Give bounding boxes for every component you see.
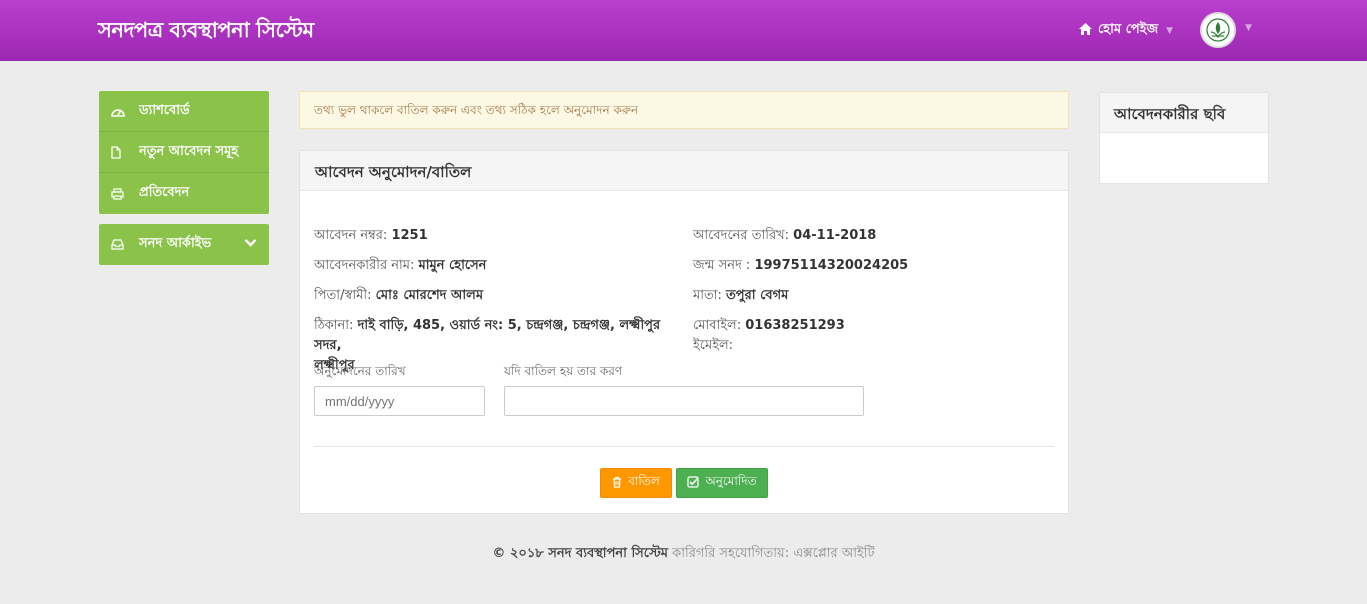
approve-date-input[interactable]: [314, 386, 485, 416]
mother-name: মাতা: তপুরা বেগম: [693, 286, 788, 306]
sidebar-item-new-applications[interactable]: নতুন আবেদন সমূহ: [99, 132, 269, 173]
birth-certificate: জন্ম সনদ : 19975114320024205: [693, 256, 908, 276]
sidebar-item-label: সনদ আর্কাইভ: [139, 236, 212, 251]
sidebar-menu: ড্যাশবোর্ড নতুন আবেদন সমূহ প্রতিবেদন: [99, 91, 269, 214]
chevron-down-icon: [244, 237, 257, 252]
footer-credit[interactable]: কারিগরি সহযোগিতায়: এক্সপ্লোর আইটি: [672, 546, 874, 561]
brand-title[interactable]: সনদপত্র ব্যবস্থাপনা সিস্টেম: [98, 14, 314, 49]
file-icon: [111, 145, 139, 159]
field-label: পিতা/স্বামী:: [314, 288, 372, 303]
field-value: 19975114320024205: [754, 258, 909, 273]
alert-text: তথ্য ভুল থাকলে বাতিল করুন এবং তথ্য সঠিক …: [314, 103, 639, 117]
photo-panel-title: আবেদনকারীর ছবি: [1100, 93, 1268, 133]
top-navbar: সনদপত্র ব্যবস্থাপনা সিস্টেম হোম পেইজ ▼ ▼: [0, 0, 1367, 61]
emblem-logo-icon: [1206, 18, 1230, 42]
chevron-down-icon[interactable]: ▼: [1245, 23, 1252, 33]
sidebar-item-label: ড্যাশবোর্ড: [139, 102, 190, 118]
sidebar-item-label: প্রতিবেদন: [139, 185, 190, 200]
field-label: মোবাইল:: [693, 318, 742, 333]
sidebar-item-dashboard[interactable]: ড্যাশবোর্ড: [99, 91, 269, 132]
print-icon: [111, 187, 139, 200]
sidebar: ড্যাশবোর্ড নতুন আবেদন সমূহ প্রতিবেদন সনদ…: [99, 91, 269, 265]
approve-date-label: অনুমোদনের তারিখ: [314, 364, 406, 378]
field-value: মোঃ মোরশেদ আলম: [375, 288, 484, 303]
field-value: 1251: [391, 228, 428, 243]
home-link-label: হোম পেইজ: [1098, 22, 1159, 37]
check-square-icon: [687, 475, 700, 491]
field-label: ঠিকানা:: [314, 318, 354, 333]
field-value: তপুরা বেগম: [726, 288, 789, 303]
field-label: মাতা:: [693, 288, 722, 303]
chevron-down-icon: ▼: [1166, 25, 1174, 36]
sidebar-item-reports[interactable]: প্রতিবেদন: [99, 173, 269, 214]
cancel-button-label: বাতিল: [628, 474, 660, 488]
sidebar-item-archive[interactable]: সনদ আর্কাইভ: [99, 224, 269, 265]
applicant-photo-panel: আবেদনকারীর ছবি: [1099, 92, 1269, 184]
field-label: আবেদনের তারিখ:: [693, 228, 790, 243]
field-label: আবেদন নম্বর:: [314, 228, 388, 243]
home-icon: [1079, 22, 1092, 39]
reject-reason-input[interactable]: [504, 386, 864, 416]
home-link[interactable]: হোম পেইজ ▼: [1079, 20, 1173, 41]
sidebar-item-label: নতুন আবেদন সমূহ: [139, 143, 239, 159]
info-alert: তথ্য ভুল থাকলে বাতিল করুন এবং তথ্য সঠিক …: [299, 91, 1069, 129]
approve-button[interactable]: অনুমোদিত: [676, 468, 768, 498]
field-value: দাই বাড়ি, 485, ওয়ার্ড নং: 5, চন্দ্রগঞ্…: [314, 318, 661, 353]
field-label: আবেদনকারীর নাম:: [314, 258, 415, 273]
trash-icon: [612, 476, 622, 491]
application-number: আবেদন নম্বর: 1251: [314, 226, 428, 246]
field-label: জন্ম সনদ :: [693, 258, 751, 273]
approve-button-label: অনুমোদিত: [705, 474, 757, 488]
application-date: আবেদনের তারিখ: 04-11-2018: [693, 226, 876, 246]
field-value: মামুন হোসেন: [418, 258, 487, 273]
divider: [314, 446, 1054, 447]
panel-title: আবেদন অনুমোদন/বাতিল: [300, 151, 1068, 191]
dashboard-icon: [111, 105, 139, 117]
cancel-button[interactable]: বাতিল: [600, 468, 672, 498]
field-label: ইমেইল:: [693, 338, 734, 353]
field-value: 04-11-2018: [793, 228, 877, 243]
avatar[interactable]: [1200, 12, 1236, 48]
inbox-icon: [111, 239, 139, 250]
approval-panel: আবেদন অনুমোদন/বাতিল আবেদন নম্বর: 1251 আব…: [299, 150, 1069, 514]
mobile: মোবাইল: 01638251293: [693, 316, 845, 336]
reject-reason-label: যদি বাতিল হয় তার করণ: [504, 364, 623, 378]
footer-copyright: © ২০১৮ সনদ ব্যবস্থাপনা সিস্টেম: [492, 546, 668, 561]
email: ইমেইল:: [693, 336, 733, 356]
applicant-name: আবেদনকারীর নাম: মামুন হোসেন: [314, 256, 486, 276]
footer: © ২০১৮ সনদ ব্যবস্থাপনা সিস্টেম কারিগরি স…: [0, 544, 1367, 565]
field-value: 01638251293: [745, 318, 845, 333]
father-name: পিতা/স্বামী: মোঃ মোরশেদ আলম: [314, 286, 483, 306]
